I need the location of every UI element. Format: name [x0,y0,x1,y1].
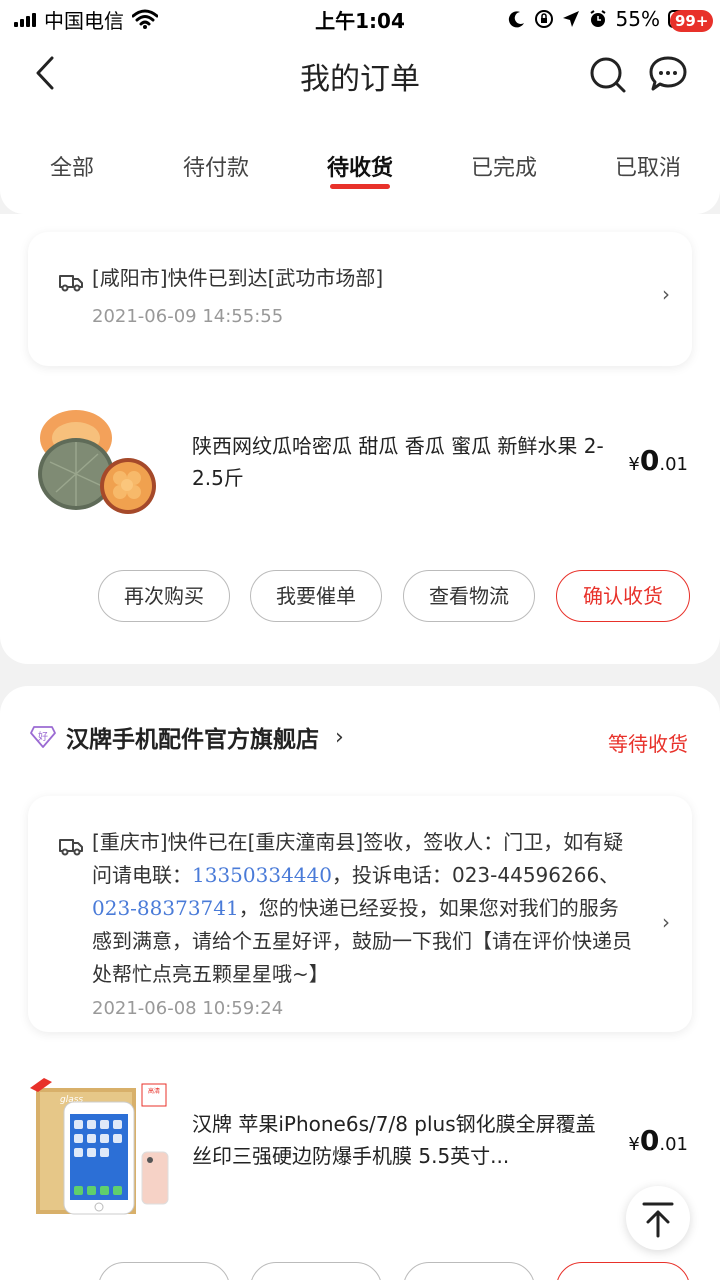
rebuy-button[interactable]: 再次购买 [98,570,230,622]
tab-pending-receipt[interactable]: 待收货 [295,108,425,214]
tab-cancelled[interactable]: 已取消 [583,108,713,214]
search-icon[interactable] [588,54,628,94]
chevron-right-icon: › [662,282,670,306]
track-logistics-button[interactable]: 查看物流 [403,570,535,622]
tab-pending-payment[interactable]: 待付款 [151,108,281,214]
urge-order-button[interactable] [250,1262,382,1280]
order-actions: 再次购买 我要催单 查看物流 确认收货 [0,570,720,624]
chevron-right-icon: › [335,724,344,750]
scroll-to-top-button[interactable] [626,1186,690,1250]
product-price: ¥0.01 [628,1124,688,1157]
product-row[interactable]: glass 高清 全屏 汉牌 苹果iPhone6s/7/8 plus钢化膜全屏覆… [0,1078,720,1228]
separator: 、 [599,863,620,887]
logistics-text: [咸阳市]快件已到达[武功市场部] [92,266,384,290]
order-tabs: 全部 待付款 待收货 已完成 已取消 [0,108,720,214]
product-name: 汉牌 苹果iPhone6s/7/8 plus钢化膜全屏覆盖丝印三强硬边防爆手机膜… [192,1112,596,1168]
rotation-lock-icon [534,10,553,28]
product-row[interactable]: 陕西网纹瓜哈密瓜 甜瓜 香瓜 蜜瓜 新鲜水果 2-2.5斤 ¥0.01 [0,402,720,552]
logistics-card[interactable]: [重庆市]快件已在[重庆潼南县]签收，签收人：门卫，如有疑问请电联：133503… [28,796,692,1032]
nav-bar: 我的订单 [0,38,720,108]
shop-name: 汉牌手机配件官方旗舰店 [66,727,319,753]
svg-text:好: 好 [38,731,48,743]
price-integer: 0 [639,1124,660,1157]
message-icon[interactable] [648,54,688,94]
currency-symbol: ¥ [628,454,640,475]
svg-text:全屏: 全屏 [148,1096,160,1104]
order-actions [0,1262,720,1280]
price-integer: 0 [639,444,660,477]
status-bar: 中国电信 上午1:04 55% [0,0,720,38]
order-card: 好 汉牌手机配件官方旗舰店 › 等待收货 [重庆市]快件已在[重庆潼南县]签收，… [0,686,720,1280]
signal-icon [14,11,36,27]
phone-link[interactable]: 13350334440 [192,863,332,887]
phone-link[interactable]: 023-88373741 [92,896,239,920]
urge-order-button[interactable]: 我要催单 [250,570,382,622]
logistics-text: [重庆市]快件已在[重庆潼南县]签收，签收人：门卫，如有疑问请电联：133503… [92,826,632,991]
confirm-receipt-button[interactable]: 确认收货 [556,570,690,622]
rebuy-button[interactable] [98,1262,230,1280]
track-logistics-button[interactable] [403,1262,535,1280]
battery-percent: 55% [615,7,660,31]
truck-icon [59,275,83,292]
tab-completed[interactable]: 已完成 [439,108,569,214]
product-image: glass 高清 全屏 [30,1078,169,1215]
svg-text:高清: 高清 [148,1087,160,1095]
shop-header[interactable]: 好 汉牌手机配件官方旗舰店 › [30,720,344,754]
currency-symbol: ¥ [628,1134,640,1155]
moon-icon [508,11,524,28]
phone-text: 023-44596266 [451,863,600,887]
logistics-time: 2021-06-08 10:59:24 [92,998,284,1019]
chevron-right-icon: › [662,910,670,934]
logistics-card[interactable]: [咸阳市]快件已到达[武功市场部] 2021-06-09 14:55:55 › [28,232,692,366]
message-badge: 99+ [670,10,714,32]
order-status: 等待收货 [608,732,688,756]
product-image [38,410,156,514]
confirm-receipt-button[interactable] [556,1262,690,1280]
order-card: [咸阳市]快件已到达[武功市场部] 2021-06-09 14:55:55 › … [0,214,720,664]
product-name: 陕西网纹瓜哈密瓜 甜瓜 香瓜 蜜瓜 新鲜水果 2-2.5斤 [192,434,604,490]
location-icon [562,11,579,27]
logistics-text-part: ，投诉电话： [331,863,452,887]
price-decimal: .01 [659,454,688,475]
tab-all[interactable]: 全部 [7,108,137,214]
price-decimal: .01 [659,1134,688,1155]
logistics-time: 2021-06-09 14:55:55 [92,306,284,327]
arrow-up-icon [642,1202,674,1238]
wifi-icon [132,9,158,29]
product-price: ¥0.01 [628,444,688,477]
shop-badge-icon: 好 [30,726,56,748]
alarm-icon [589,10,606,27]
carrier-label: 中国电信 [44,8,124,33]
truck-icon [59,839,83,856]
